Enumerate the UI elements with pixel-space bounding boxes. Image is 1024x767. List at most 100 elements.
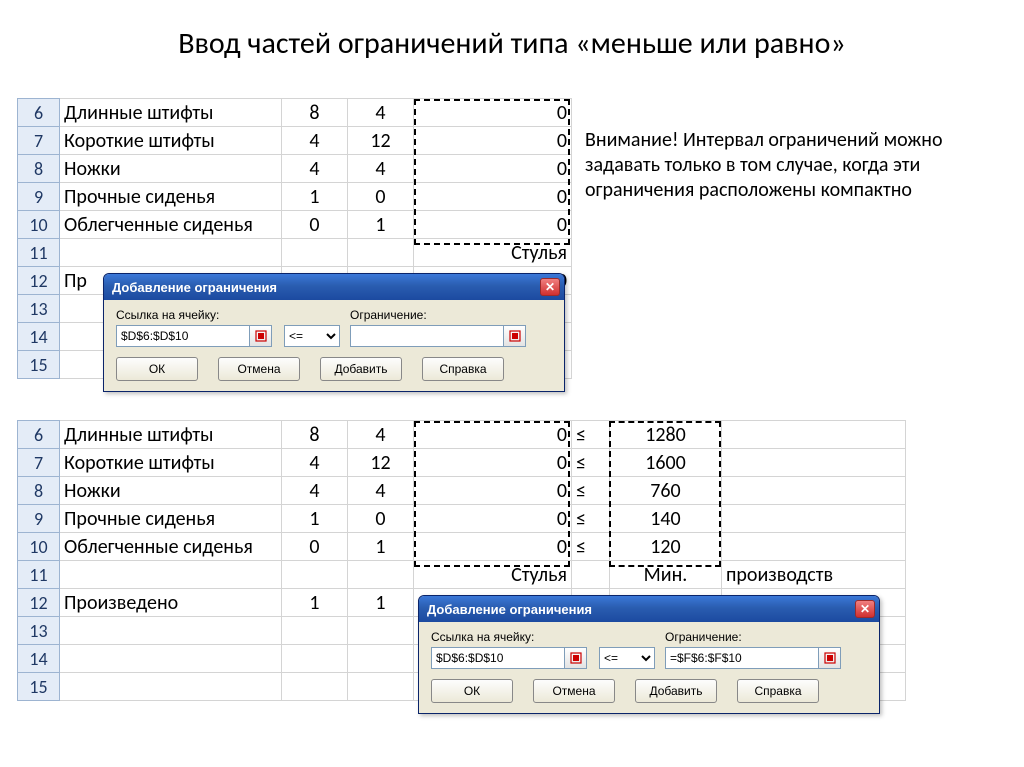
close-icon[interactable]: ✕ bbox=[540, 278, 560, 296]
cell[interactable]: 4 bbox=[348, 421, 414, 449]
table-row[interactable]: 11СтульяМин.производств bbox=[18, 561, 906, 589]
cell[interactable]: 0 bbox=[414, 449, 572, 477]
cell[interactable] bbox=[348, 645, 414, 673]
range-picker-icon[interactable] bbox=[565, 647, 587, 669]
cell[interactable]: 1 bbox=[282, 589, 348, 617]
row-header[interactable]: 12 bbox=[18, 589, 60, 617]
row-header[interactable]: 14 bbox=[18, 645, 60, 673]
help-button[interactable]: Справка bbox=[422, 357, 504, 381]
cell[interactable]: ≤ bbox=[572, 449, 610, 477]
cell[interactable]: 8 bbox=[282, 421, 348, 449]
row-header[interactable]: 6 bbox=[18, 99, 60, 127]
ok-button[interactable]: ОК bbox=[431, 679, 513, 703]
cancel-button[interactable]: Отмена bbox=[218, 357, 300, 381]
row-header[interactable]: 8 bbox=[18, 477, 60, 505]
cell[interactable]: Ножки bbox=[60, 155, 282, 183]
cell[interactable]: 140 bbox=[610, 505, 722, 533]
cell[interactable] bbox=[722, 449, 906, 477]
row-header[interactable]: 7 bbox=[18, 127, 60, 155]
cell[interactable] bbox=[722, 505, 906, 533]
cell[interactable]: 4 bbox=[282, 127, 348, 155]
cell[interactable] bbox=[348, 239, 414, 267]
cell[interactable] bbox=[722, 421, 906, 449]
row-header[interactable]: 13 bbox=[18, 617, 60, 645]
cell[interactable] bbox=[282, 673, 348, 701]
range-picker-icon[interactable] bbox=[819, 647, 841, 669]
cell[interactable]: 0 bbox=[348, 183, 414, 211]
help-button[interactable]: Справка bbox=[737, 679, 819, 703]
table-row[interactable]: 10Облегченные сиденья010≤120 bbox=[18, 533, 906, 561]
cell[interactable] bbox=[60, 239, 282, 267]
table-row[interactable]: 9Прочные сиденья100 bbox=[18, 183, 572, 211]
row-header[interactable]: 10 bbox=[18, 211, 60, 239]
cell[interactable]: 0 bbox=[282, 211, 348, 239]
ok-button[interactable]: ОК bbox=[116, 357, 198, 381]
row-header[interactable]: 7 bbox=[18, 449, 60, 477]
add-button[interactable]: Добавить bbox=[320, 357, 402, 381]
cell[interactable]: 0 bbox=[414, 127, 572, 155]
cell[interactable]: Стулья bbox=[414, 239, 572, 267]
dialog-titlebar[interactable]: Добавление ограничения ✕ bbox=[419, 596, 879, 622]
cell[interactable] bbox=[60, 645, 282, 673]
table-row[interactable]: 8Ножки440 bbox=[18, 155, 572, 183]
cell[interactable] bbox=[348, 673, 414, 701]
row-header[interactable]: 13 bbox=[18, 295, 60, 323]
cell[interactable]: 760 bbox=[610, 477, 722, 505]
cell[interactable]: 4 bbox=[282, 155, 348, 183]
row-header[interactable]: 15 bbox=[18, 351, 60, 379]
cell[interactable]: Короткие штифты bbox=[60, 449, 282, 477]
range-picker-icon[interactable] bbox=[504, 325, 526, 347]
cell[interactable]: ≤ bbox=[572, 533, 610, 561]
table-row[interactable]: 9Прочные сиденья100≤140 bbox=[18, 505, 906, 533]
cell[interactable]: ≤ bbox=[572, 505, 610, 533]
cell[interactable]: Прочные сиденья bbox=[60, 183, 282, 211]
cell[interactable] bbox=[572, 561, 610, 589]
cell[interactable]: Стулья bbox=[414, 561, 572, 589]
cell[interactable]: ≤ bbox=[572, 421, 610, 449]
cell[interactable]: 0 bbox=[414, 183, 572, 211]
table-row[interactable]: 11 Стулья bbox=[18, 239, 572, 267]
cell[interactable]: 0 bbox=[414, 505, 572, 533]
cell[interactable]: 0 bbox=[414, 533, 572, 561]
row-header[interactable]: 11 bbox=[18, 561, 60, 589]
table-row[interactable]: 10Облегченные сиденья010 bbox=[18, 211, 572, 239]
cell-ref-input[interactable] bbox=[116, 325, 250, 347]
cell[interactable]: 0 bbox=[414, 477, 572, 505]
cell[interactable]: 0 bbox=[282, 533, 348, 561]
constraint-input[interactable] bbox=[350, 325, 504, 347]
table-row[interactable]: 8Ножки440≤760 bbox=[18, 477, 906, 505]
cell[interactable] bbox=[282, 645, 348, 673]
cell[interactable]: 1 bbox=[348, 211, 414, 239]
cell[interactable]: 120 bbox=[610, 533, 722, 561]
cell[interactable]: Облегченные сиденья bbox=[60, 533, 282, 561]
cell[interactable]: 4 bbox=[282, 477, 348, 505]
row-header[interactable]: 10 bbox=[18, 533, 60, 561]
table-row[interactable]: 7Короткие штифты4120≤1600 bbox=[18, 449, 906, 477]
table-row[interactable]: 7Короткие штифты4120 bbox=[18, 127, 572, 155]
cell[interactable] bbox=[60, 673, 282, 701]
cell[interactable]: Мин. bbox=[610, 561, 722, 589]
cell[interactable]: 0 bbox=[414, 211, 572, 239]
row-header[interactable]: 14 bbox=[18, 323, 60, 351]
add-button[interactable]: Добавить bbox=[635, 679, 717, 703]
operator-select[interactable]: <==>=целбин bbox=[284, 325, 340, 347]
cell[interactable]: 1600 bbox=[610, 449, 722, 477]
cell[interactable]: Ножки bbox=[60, 477, 282, 505]
cell[interactable]: 8 bbox=[282, 99, 348, 127]
cell[interactable]: 1 bbox=[348, 589, 414, 617]
cell[interactable]: 4 bbox=[348, 155, 414, 183]
cell[interactable]: Облегченные сиденья bbox=[60, 211, 282, 239]
cell[interactable]: Длинные штифты bbox=[60, 421, 282, 449]
cell[interactable] bbox=[282, 239, 348, 267]
table-row[interactable]: 6Длинные штифты840 bbox=[18, 99, 572, 127]
cell[interactable] bbox=[722, 533, 906, 561]
row-header[interactable]: 11 bbox=[18, 239, 60, 267]
cell[interactable] bbox=[60, 617, 282, 645]
operator-select[interactable]: <==>=целбин bbox=[599, 647, 655, 669]
cell[interactable] bbox=[348, 617, 414, 645]
cell[interactable]: 1280 bbox=[610, 421, 722, 449]
cell[interactable]: 1 bbox=[282, 505, 348, 533]
row-header[interactable]: 6 bbox=[18, 421, 60, 449]
table-row[interactable]: 6Длинные штифты840≤1280 bbox=[18, 421, 906, 449]
row-header[interactable]: 12 bbox=[18, 267, 60, 295]
